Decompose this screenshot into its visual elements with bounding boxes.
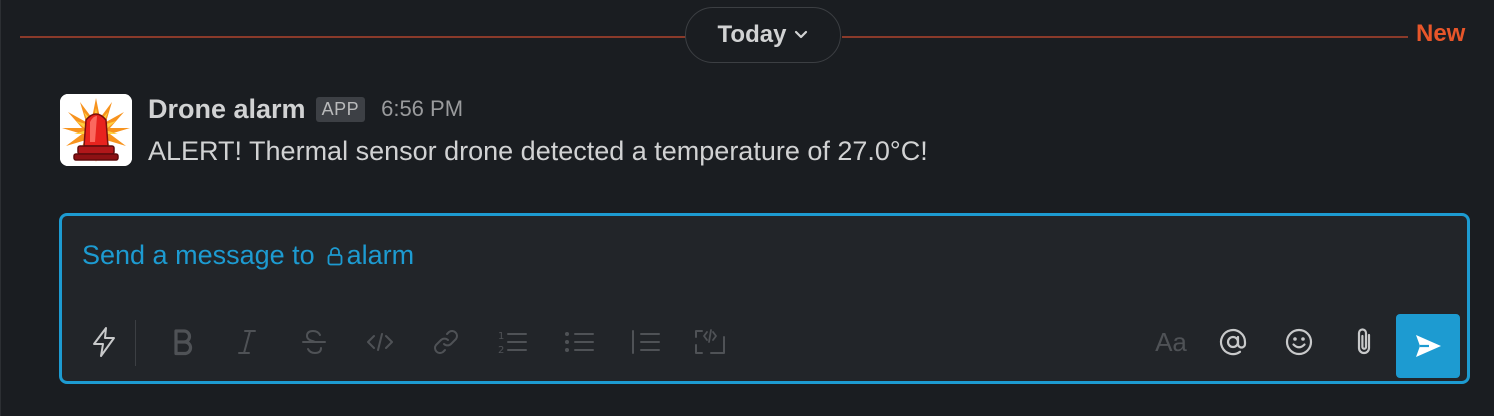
ordered-list-icon: 1 2 (498, 331, 527, 356)
bold-icon (174, 329, 193, 356)
emoji-button[interactable] (1279, 322, 1319, 362)
send-button[interactable] (1396, 314, 1460, 378)
code-block-icon (695, 329, 725, 354)
placeholder-text: Send a message to (82, 240, 315, 270)
app-badge: APP (315, 96, 366, 122)
shortcuts-button[interactable] (84, 322, 124, 362)
lightning-icon (93, 327, 115, 357)
blockquote-icon (632, 330, 660, 354)
strikethrough-button[interactable] (294, 322, 334, 362)
mention-button[interactable] (1213, 322, 1253, 362)
message-text: ALERT! Thermal sensor drone detected a t… (148, 136, 928, 166)
siren-icon (60, 94, 132, 166)
emoji-icon (1285, 328, 1313, 356)
ordered-list-button[interactable]: 1 2 (492, 322, 532, 362)
code-button[interactable] (360, 322, 400, 362)
bulleted-list-button[interactable] (559, 322, 599, 362)
left-border (0, 0, 1, 416)
formatting-label: Aa (1155, 326, 1187, 357)
channel-name: alarm (346, 240, 415, 270)
chevron-down-icon (795, 30, 808, 39)
formatting-toggle-button[interactable]: Aa (1149, 322, 1193, 362)
message-input[interactable]: Send a message to alarm (82, 240, 414, 271)
bulleted-list-icon (565, 332, 594, 352)
link-icon (434, 330, 458, 354)
lock-icon (327, 246, 343, 265)
date-label: Today (717, 21, 787, 48)
italic-icon (238, 330, 256, 354)
avatar[interactable] (60, 94, 132, 166)
strikethrough-icon (302, 329, 326, 355)
italic-button[interactable] (227, 322, 267, 362)
send-icon (1416, 335, 1441, 357)
blockquote-button[interactable] (625, 322, 665, 362)
date-jump-button[interactable]: Today (685, 7, 841, 63)
message-composer[interactable]: Send a message to alarm 1 2 Aa (59, 213, 1470, 384)
link-button[interactable] (426, 322, 466, 362)
paperclip-icon (1357, 328, 1371, 355)
code-block-button[interactable] (690, 322, 730, 362)
at-icon (1219, 328, 1247, 356)
attach-button[interactable] (1344, 322, 1384, 362)
toolbar-separator (135, 320, 136, 366)
sender-name[interactable]: Drone alarm (148, 94, 306, 125)
composer-toolbar: 1 2 Aa (62, 314, 1467, 378)
divider-line (20, 36, 686, 38)
new-messages-label: New (1416, 20, 1466, 47)
code-icon (367, 333, 393, 351)
bold-button[interactable] (163, 322, 203, 362)
message-timestamp[interactable]: 6:56 PM (381, 96, 463, 122)
message-header: Drone alarm APP 6:56 PM (148, 92, 463, 126)
svg-text:2: 2 (498, 345, 504, 356)
svg-text:1: 1 (498, 331, 504, 342)
divider-line (842, 36, 1408, 38)
